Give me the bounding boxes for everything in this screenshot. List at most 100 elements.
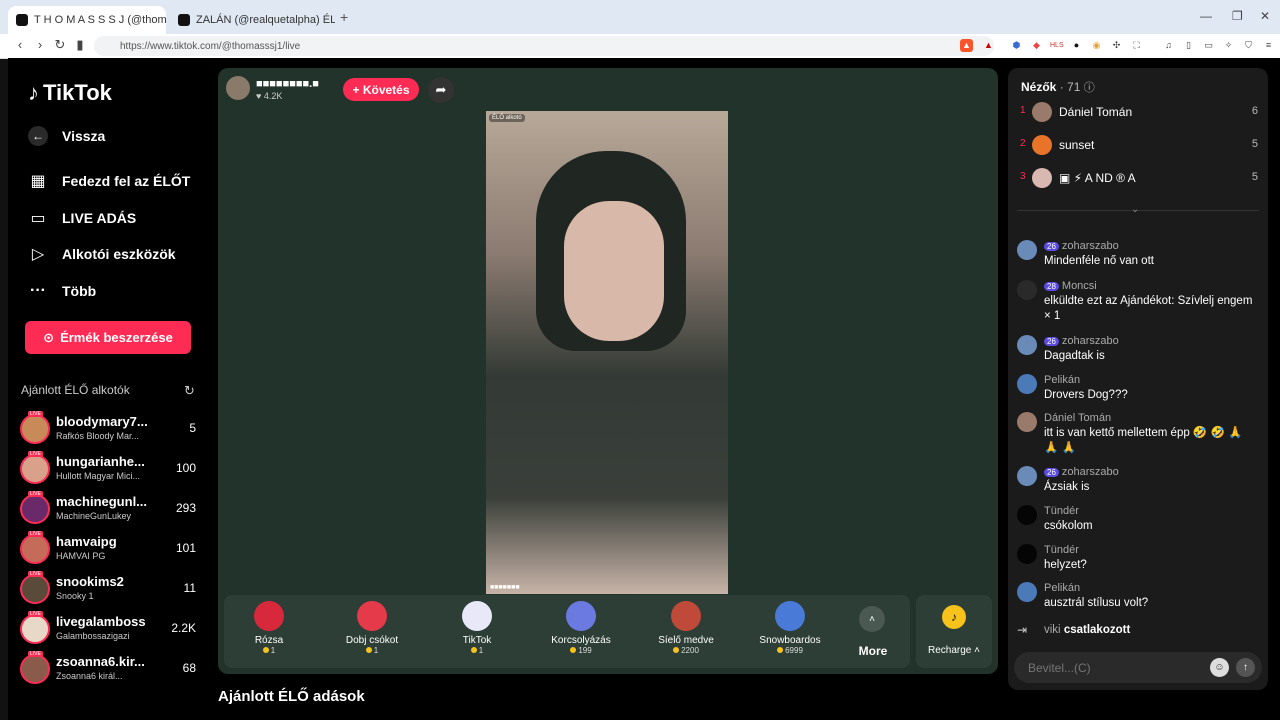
tiktok-logo[interactable]: ♪ TikTok — [28, 80, 112, 106]
chat-message[interactable]: 26 zoharszabo Dagadtak is — [1017, 335, 1262, 369]
live-badge: LIVE — [28, 531, 43, 537]
viewer-count: 2.2K — [171, 621, 196, 635]
restore-window-icon[interactable]: ❐ — [1232, 9, 1243, 23]
minimize-window-icon[interactable]: — — [1200, 9, 1212, 23]
chat-username: zoharszabo — [1061, 240, 1119, 252]
wallet-icon[interactable]: ▭ — [1202, 39, 1215, 52]
join-text: csatlakozott — [1063, 624, 1131, 636]
vpn-shield-icon[interactable]: ⛉ — [1242, 39, 1255, 52]
gift-item[interactable]: Dobj csókot 1 — [327, 601, 417, 655]
gift-item[interactable]: Rózsa 1 — [224, 601, 314, 655]
extension-icon[interactable]: ⛶ — [1130, 39, 1143, 52]
chat-text: Ázsiak is — [1044, 481, 1090, 493]
back-button[interactable]: ← Vissza — [28, 126, 105, 146]
host-avatar[interactable] — [226, 76, 250, 100]
extension-icon[interactable]: ● — [1070, 39, 1083, 52]
recommended-creator-item[interactable]: LIVE bloodymary7... Rafkós Bloody Mar... 5 — [20, 411, 198, 446]
chat-avatar — [1017, 280, 1037, 300]
gift-item[interactable]: TikTok 1 — [432, 601, 522, 655]
viewer-rank: 2 — [1020, 138, 1026, 149]
forward-arrow-icon[interactable]: › — [32, 37, 48, 52]
chat-message[interactable]: 28 Moncsi elküldte ezt az Ajándékot: Szívl… — [1017, 280, 1262, 322]
browser-tab[interactable]: ZALÁN (@realquetalpha) ÉLŐ ✕ — [170, 6, 335, 34]
nav-item-creator-tools[interactable]: ▷ Alkotói eszközök — [28, 244, 176, 264]
media-controls-icon[interactable]: ♫ — [1162, 39, 1175, 52]
back-arrow-icon[interactable]: ‹ — [12, 37, 28, 52]
chat-username-row: Pelikán — [1044, 374, 1080, 386]
viewer-count: 11 — [183, 581, 196, 595]
chat-message[interactable]: Tündér csókolom — [1017, 505, 1262, 539]
help-icon[interactable]: ⓘ — [1084, 82, 1095, 94]
chat-avatar — [1017, 412, 1037, 432]
top-viewer-row[interactable]: 2 sunset 5 — [1020, 135, 1260, 157]
chat-message[interactable]: 26 zoharszabo Ázsiak is — [1017, 466, 1262, 500]
recommended-creator-item[interactable]: LIVE hamvaipg HAMVAI PG 101 — [20, 531, 198, 566]
chat-username: Pelikán — [1044, 582, 1081, 594]
arrow-left-icon: ← — [28, 126, 48, 146]
chat-message[interactable]: Tündér helyzet? — [1017, 544, 1262, 578]
nav-label: LIVE ADÁS — [62, 210, 137, 226]
chat-username: Moncsi — [1061, 280, 1097, 292]
send-arrow-icon[interactable]: ↑ — [1236, 658, 1255, 677]
viewer-avatar — [1032, 135, 1052, 155]
get-coins-button[interactable]: ⊙ Érmék beszerzése — [25, 321, 191, 354]
chat-message[interactable]: Pelikán Drovers Dog??? — [1017, 374, 1262, 408]
creator-name: snookims2 — [56, 574, 124, 589]
gift-item[interactable]: Snowboardos 6999 — [745, 601, 835, 655]
chevron-down-icon[interactable]: ⌄ — [1131, 204, 1139, 215]
top-viewer-row[interactable]: 1 Dániel Tomán 6 — [1020, 102, 1260, 124]
host-name[interactable]: ■■■■■■■■.■ — [256, 78, 319, 90]
nav-item-more[interactable]: ··· Több — [28, 281, 96, 301]
recommended-creator-item[interactable]: LIVE machinegunl... MachineGunLukey 293 — [20, 491, 198, 526]
nav-item-live-studio[interactable]: ▭ LIVE ADÁS — [28, 208, 136, 228]
puzzle-extensions-icon[interactable]: ✣ — [1110, 39, 1123, 52]
top-viewer-row[interactable]: 3 ▣ ⚡ A ND ® A 5 — [1020, 168, 1260, 190]
browser-tab-active[interactable]: T H O M A S S S J (@thom ✕ — [8, 6, 166, 34]
calendar-live-icon: ▦ — [30, 173, 46, 190]
gift-item[interactable]: Síelő medve 2200 — [641, 601, 731, 655]
share-icon[interactable]: ➦ — [428, 77, 454, 103]
emoji-icon[interactable]: ☺ — [1210, 658, 1229, 677]
follow-button[interactable]: + Követés — [343, 78, 419, 101]
leo-icon[interactable]: ✧ — [1222, 39, 1235, 52]
brave-rewards-icon[interactable]: ▲ — [982, 39, 995, 52]
url-field[interactable]: https://www.tiktok.com/@thomasssj1/live — [94, 36, 994, 56]
recommended-creator-item[interactable]: LIVE snookims2 Snooky 1 11 — [20, 571, 198, 606]
more-gifts-button[interactable]: More — [850, 644, 896, 658]
likes-value: 4.2K — [263, 91, 283, 101]
brave-shield-icon[interactable]: ▲ — [960, 39, 973, 52]
chat-message[interactable]: Pelikán ausztrál stílusu volt? — [1017, 582, 1262, 616]
gift-price: 1 — [327, 646, 417, 655]
new-tab-icon[interactable]: + — [340, 9, 348, 25]
live-video[interactable]: ÉLŐ alkotó ■■■■■■■ — [486, 111, 728, 594]
menu-icon[interactable]: ≡ — [1262, 39, 1275, 52]
gift-name: Síelő medve — [658, 635, 714, 646]
chat-message[interactable]: 26 zoharszabo Mindenféle nő van ott — [1017, 240, 1262, 274]
recommended-creator-item[interactable]: LIVE hungarianhe... Hullott Magyar Mici...… — [20, 451, 198, 486]
chevron-up-icon[interactable]: ˄ — [859, 606, 885, 632]
join-notice: viki csatlakozott — [1044, 624, 1130, 636]
sidebar-toggle-icon[interactable]: ▯ — [1182, 39, 1195, 52]
recommended-creator-item[interactable]: LIVE zsoanna6.kir... Zsoanna6 királ... 68 — [20, 651, 198, 686]
chat-avatar — [1017, 240, 1037, 260]
tiktok-note-icon: ♪ — [28, 80, 39, 105]
browser-tab-bar: T H O M A S S S J (@thom ✕ ZALÁN (@realq… — [0, 0, 1280, 34]
hls-extension-icon[interactable]: HLS — [1050, 39, 1064, 52]
chat-text: Mindenféle nő van ott — [1044, 255, 1154, 267]
creator-subtitle: HAMVAI PG — [56, 551, 106, 561]
recommended-creator-item[interactable]: LIVE livegalamboss Galambossazigazi 2.2K — [20, 611, 198, 646]
viewer-rank: 3 — [1020, 171, 1026, 182]
url-text: https://www.tiktok.com/@thomasssj1/live — [120, 40, 301, 52]
reload-icon[interactable]: ↻ — [52, 37, 68, 53]
refresh-icon[interactable]: ↻ — [184, 383, 195, 399]
bookmark-icon[interactable]: ▮ — [72, 37, 88, 53]
chat-message[interactable]: Dániel Tomán itt is van kettő mellettem é… — [1017, 412, 1262, 454]
extension-icon[interactable]: ◉ — [1090, 39, 1103, 52]
chat-input-box[interactable]: ☺ ↑ — [1014, 652, 1262, 683]
gift-item[interactable]: Korcsolyázás 199 — [536, 601, 626, 655]
chat-input[interactable] — [1026, 658, 1210, 678]
nav-item-explore-live[interactable]: ▦ Fedezd fel az ÉLŐT — [28, 171, 190, 191]
extension-icon[interactable]: ◆ — [1030, 39, 1043, 52]
close-window-icon[interactable]: ✕ — [1260, 9, 1270, 23]
translate-extension-icon[interactable]: ⬢ — [1010, 39, 1023, 52]
